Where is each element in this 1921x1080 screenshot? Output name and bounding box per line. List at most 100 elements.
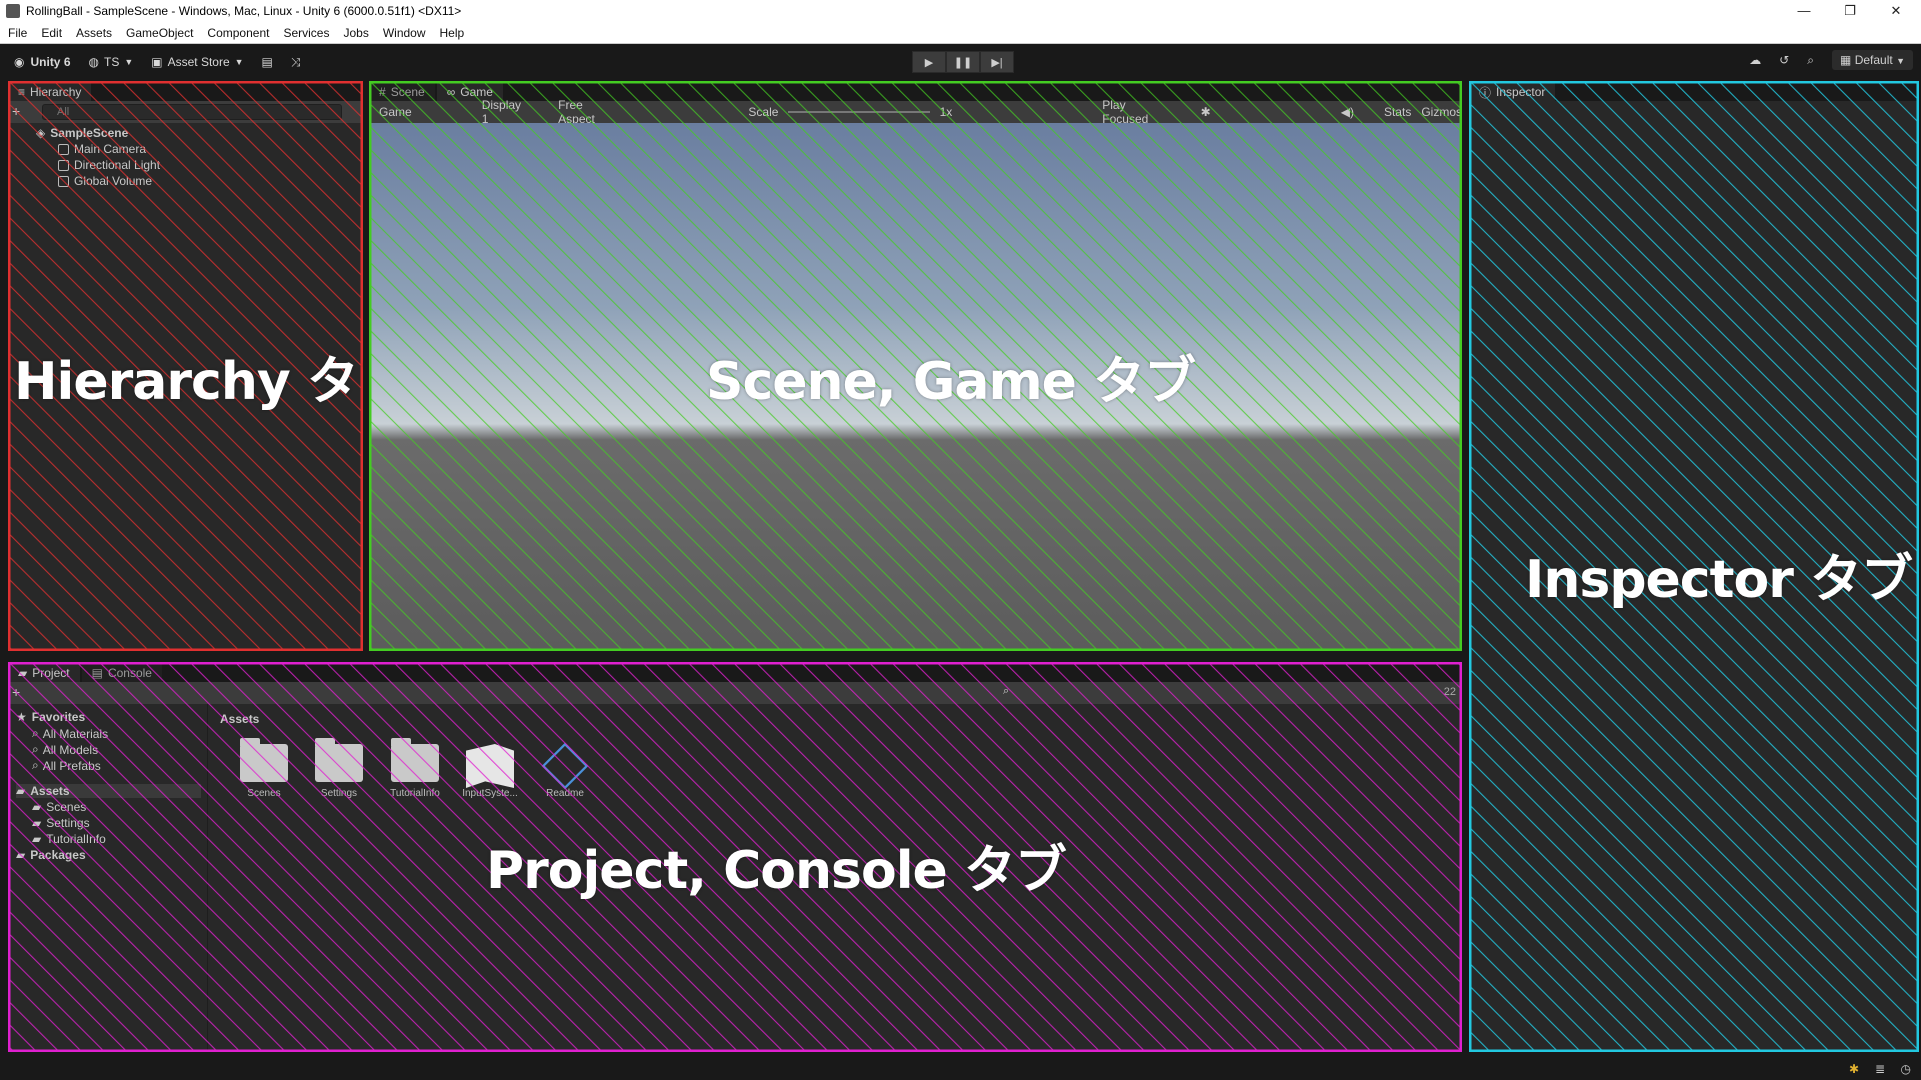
menu-component[interactable]: Component	[207, 26, 269, 40]
undo-history-icon[interactable]: ↺	[1779, 53, 1789, 67]
readme-icon	[541, 742, 589, 790]
unity-logo-icon: ◉	[14, 55, 25, 69]
packages-folder-row[interactable]: ▰ Packages	[16, 848, 86, 862]
project-tabbar: ▰ Project ▤ Console	[8, 662, 1462, 682]
asset-item[interactable]: Scenes	[231, 738, 297, 799]
menu-jobs[interactable]: Jobs	[343, 26, 368, 40]
asset-folder-row[interactable]: ▰ TutorialInfo	[32, 832, 106, 846]
chevron-down-icon: ▼	[124, 57, 134, 67]
close-button[interactable]: ✕	[1874, 0, 1918, 22]
hierarchy-item[interactable]: Main Camera	[58, 142, 146, 156]
scene-row[interactable]: ◈ SampleScene	[36, 126, 128, 140]
asset-folder-row[interactable]: ▰ Settings	[32, 816, 90, 830]
play-mode-dropdown[interactable]: Play Focused	[1102, 98, 1170, 126]
maximize-button[interactable]: ❐	[1828, 0, 1872, 22]
add-icon[interactable]: +	[12, 684, 20, 700]
gameobject-icon	[58, 143, 69, 155]
project-console-panel: ▰ Project ▤ Console + ⌕ 22 ★ Favorites ⌕…	[8, 662, 1462, 1052]
scene-game-panel: # Scene ∞ Game Game Display 1 Free Aspec…	[369, 81, 1462, 651]
account-dropdown[interactable]: ◍ TS ▼	[85, 50, 138, 74]
chevron-down-icon: ▼	[234, 57, 244, 67]
hierarchy-item-label: Main Camera	[74, 142, 147, 156]
gizmos-dropdown[interactable]: Gizmos	[1421, 105, 1462, 119]
package-icon: ▤	[261, 55, 273, 69]
asset-item-label: Scenes	[247, 788, 281, 799]
info-icon: ⓘ	[1479, 85, 1492, 100]
asset-item[interactable]: InputSyste...	[457, 744, 523, 799]
console-icon: ▤	[91, 666, 103, 680]
menu-bar: File Edit Assets GameObject Component Se…	[0, 22, 1921, 44]
menu-help[interactable]: Help	[440, 26, 465, 40]
progress-icon[interactable]: ◷	[1901, 1062, 1911, 1076]
tab-scene[interactable]: # Scene	[369, 81, 435, 101]
tab-hierarchy[interactable]: ≡ Hierarchy	[8, 81, 92, 101]
assets-root-label: Assets	[30, 784, 70, 798]
inspector-overlay-label: Inspector タブ	[1525, 550, 1913, 610]
package-manager-button[interactable]: ▤	[258, 50, 277, 74]
asset-item[interactable]: TutorialInfo	[382, 738, 448, 799]
menu-file[interactable]: File	[8, 26, 27, 40]
favorites-header[interactable]: ★ Favorites	[16, 710, 85, 724]
warning-icon[interactable]: ✱	[1849, 1062, 1859, 1076]
cloud-icon[interactable]: ☁	[1749, 53, 1761, 67]
user-icon: ◍	[88, 55, 99, 69]
favorite-item[interactable]: ⌕ All Materials	[32, 726, 108, 741]
bug-icon[interactable]: ✱	[1201, 105, 1211, 119]
menu-window[interactable]: Window	[383, 26, 426, 40]
asset-item-label: InputSyste...	[462, 788, 518, 799]
asset-count: 22	[1443, 686, 1456, 698]
assets-folder-row[interactable]: ▰ Assets	[16, 784, 201, 798]
asset-folder-row[interactable]: ▰ Scenes	[32, 800, 86, 814]
display-dropdown[interactable]: Display 1	[482, 98, 528, 126]
play-button[interactable]: ▶	[912, 51, 946, 73]
hierarchy-item[interactable]: Global Volume	[58, 174, 152, 188]
tab-project[interactable]: ▰ Project	[8, 662, 80, 682]
menu-gameobject[interactable]: GameObject	[126, 26, 193, 40]
main-toolbar: ◉ Unity 6 ◍ TS ▼ ▣ Asset Store ▼ ▤ ⤨ ▶ ❚…	[0, 44, 1921, 80]
menu-edit[interactable]: Edit	[41, 26, 62, 40]
menu-services[interactable]: Services	[283, 26, 329, 40]
aspect-dropdown[interactable]: Free Aspect	[558, 98, 618, 126]
search-icon[interactable]: ⌕	[1003, 685, 1009, 698]
pause-button[interactable]: ❚❚	[946, 51, 980, 73]
speaker-icon[interactable]: ◀)	[1341, 105, 1354, 119]
favorite-item[interactable]: ⌕ All Prefabs	[32, 758, 101, 773]
add-icon[interactable]: +	[12, 103, 20, 119]
asset-store-dropdown[interactable]: ▣ Asset Store ▼	[147, 50, 247, 74]
hierarchy-search-input[interactable]	[42, 104, 342, 120]
stack-icon[interactable]: ≣	[1875, 1062, 1885, 1076]
search-icon[interactable]: ⌕	[1807, 53, 1814, 68]
step-button[interactable]: ▶|	[980, 51, 1014, 73]
folder-icon	[240, 738, 288, 782]
asset-item[interactable]: Readme	[532, 742, 598, 799]
tab-console[interactable]: ▤ Console	[81, 662, 162, 682]
asset-item[interactable]: Settings	[306, 738, 372, 799]
scale-slider[interactable]	[788, 111, 930, 113]
folder-icon: ▰	[18, 666, 28, 680]
folder-icon	[315, 738, 363, 782]
unity-account-button[interactable]: ◉ Unity 6	[10, 50, 75, 74]
game-toolbar: Game Display 1 Free Aspect Scale 1x Play…	[369, 98, 1462, 126]
play-icon: ▶	[924, 56, 934, 69]
tab-scene-label: Scene	[390, 85, 425, 99]
inspector-tabbar: ⓘ Inspector	[1469, 81, 1919, 101]
stats-button[interactable]: Stats	[1384, 105, 1411, 119]
unity-app-icon	[6, 4, 20, 18]
asset-folder-label: TutorialInfo	[46, 832, 106, 846]
version-control-button[interactable]: ⤨	[287, 50, 305, 74]
menu-assets[interactable]: Assets	[76, 26, 112, 40]
asset-item-label: Readme	[546, 788, 584, 799]
tab-project-label: Project	[32, 666, 70, 680]
search-icon: ⌕	[32, 742, 39, 756]
minimize-button[interactable]: —	[1782, 0, 1826, 22]
hierarchy-item-label: Directional Light	[74, 158, 161, 172]
tab-inspector[interactable]: ⓘ Inspector	[1469, 81, 1556, 101]
favorite-item[interactable]: ⌕ All Models	[32, 742, 98, 757]
hierarchy-item[interactable]: Directional Light	[58, 158, 160, 172]
asset-store-label: Asset Store	[167, 55, 230, 69]
favorites-label: Favorites	[31, 710, 86, 724]
scene-game-overlay-label: Scene, Game タブ	[706, 352, 1196, 412]
assets-breadcrumb: Assets	[220, 712, 260, 726]
game-mode-dropdown[interactable]: Game	[379, 105, 412, 119]
layout-dropdown[interactable]: ▦ Default ▼	[1832, 50, 1913, 70]
